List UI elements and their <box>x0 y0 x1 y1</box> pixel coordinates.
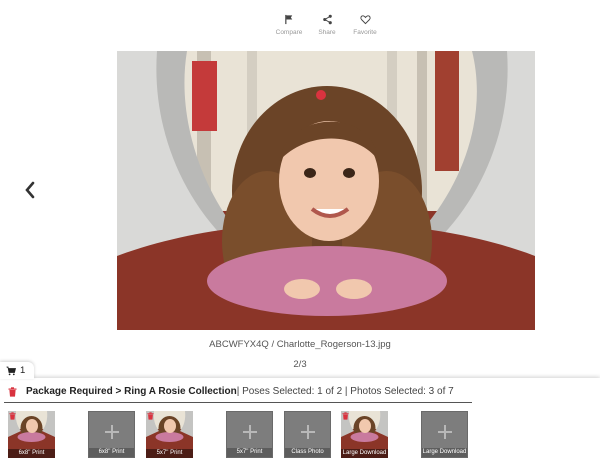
plus-icon <box>437 425 452 440</box>
cart-icon <box>6 366 16 375</box>
remove-icon[interactable] <box>147 412 154 420</box>
remove-icon[interactable] <box>9 412 16 420</box>
trash-icon[interactable] <box>8 386 17 397</box>
compare-label: Compare <box>275 29 303 36</box>
share-icon <box>322 14 332 25</box>
photo-filename: ABCWFYX4Q / Charlotte_Rogerson-13.jpg <box>209 339 391 350</box>
main-photo <box>117 51 535 330</box>
compare-button[interactable]: Compare <box>270 14 308 36</box>
package-thumbnail-filled[interactable]: 5x7" Print <box>146 411 193 458</box>
plus-icon <box>300 425 315 440</box>
previous-photo-button[interactable] <box>22 180 38 200</box>
package-thumbnail-filled[interactable]: 6x8" Print <box>8 411 55 458</box>
flag-icon <box>284 14 292 25</box>
child-portrait-image <box>117 51 535 330</box>
thumbnail-label: 5x7" Print <box>227 448 272 457</box>
thumbnail-label: Large Download <box>422 448 467 457</box>
divider <box>4 402 472 403</box>
plus-icon <box>242 425 257 440</box>
share-button[interactable]: Share <box>308 14 346 36</box>
share-label: Share <box>318 29 336 36</box>
chevron-left-icon <box>25 181 35 199</box>
thumbnail-label: 5x7" Print <box>146 449 193 458</box>
plus-icon <box>104 425 119 440</box>
package-thumbnail-empty[interactable]: Large Download <box>421 411 468 458</box>
package-tray: Package Required > Ring A Rosie Collecti… <box>0 378 600 462</box>
cart-count: 1 <box>20 365 26 376</box>
thumbnail-label: Class Photo <box>285 448 330 457</box>
favorite-button[interactable]: Favorite <box>346 14 384 36</box>
package-status: | Poses Selected: 1 of 2 | Photos Select… <box>236 386 454 397</box>
thumbnail-label: 6x8" Print <box>8 449 55 458</box>
package-title: Package Required > Ring A Rosie Collecti… <box>26 386 237 397</box>
thumbnail-label: 6x8" Print <box>89 448 134 457</box>
package-thumbnail-filled[interactable]: Large Download <box>341 411 388 458</box>
remove-icon[interactable] <box>342 412 349 420</box>
package-thumbnail-empty[interactable]: 6x8" Print <box>88 411 135 458</box>
package-summary: Package Required > Ring A Rosie Collecti… <box>8 386 454 397</box>
heart-icon <box>359 15 371 25</box>
cart-tab[interactable]: 1 <box>0 362 34 379</box>
favorite-label: Favorite <box>353 29 377 36</box>
package-thumbnail-empty[interactable]: 5x7" Print <box>226 411 273 458</box>
package-thumbnail-empty[interactable]: Class Photo <box>284 411 331 458</box>
photo-counter: 2/3 <box>293 359 307 370</box>
thumbnail-label: Large Download <box>341 449 388 458</box>
photo-toolbar: Compare Share Favorite <box>270 14 384 36</box>
